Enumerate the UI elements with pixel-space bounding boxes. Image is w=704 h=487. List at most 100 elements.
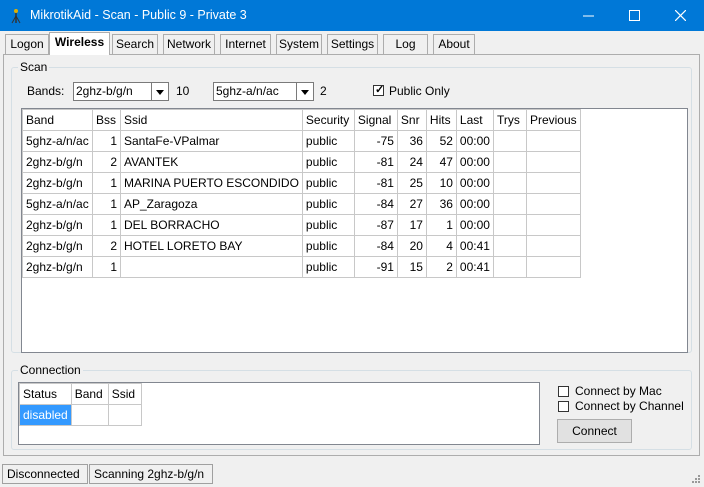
- cell-security: public: [301, 172, 355, 194]
- status-bar: Disconnected Scanning 2ghz-b/g/n: [0, 462, 704, 487]
- column-header-ssid[interactable]: Ssid: [107, 383, 142, 405]
- tab-settings[interactable]: Settings: [327, 34, 378, 54]
- table-row[interactable]: 2ghz-b/g/n 1 MARINA PUERTO ESCONDIDO pub…: [22, 172, 581, 194]
- cell-band: 2ghz-b/g/n: [22, 172, 93, 194]
- column-header-trys[interactable]: Trys: [492, 109, 527, 131]
- column-header-hits[interactable]: Hits: [425, 109, 457, 131]
- cell-security: public: [301, 193, 355, 215]
- column-header-signal[interactable]: Signal: [353, 109, 398, 131]
- scan-group-label: Scan: [18, 60, 50, 74]
- tab-logon[interactable]: Logon: [5, 34, 49, 54]
- cell-band: 2ghz-b/g/n: [22, 151, 93, 173]
- column-header-previous[interactable]: Previous: [525, 109, 581, 131]
- window-title: MikrotikAid - Scan - Public 9 - Private …: [30, 8, 247, 22]
- cell-last: 00:41: [455, 256, 494, 278]
- scan-results-list[interactable]: Band Bss Ssid Security Signal Snr Hits L…: [21, 108, 688, 353]
- cell-last: 00:00: [455, 172, 494, 194]
- cell-signal: -91: [353, 256, 398, 278]
- connect-by-mac-label[interactable]: Connect by Mac: [575, 384, 662, 398]
- maximize-button[interactable]: [612, 0, 658, 31]
- cell-ssid: AVANTEK: [120, 151, 303, 173]
- cell-band: 5ghz-a/n/ac: [22, 193, 93, 215]
- column-header-security[interactable]: Security: [301, 109, 355, 131]
- table-row[interactable]: 5ghz-a/n/ac 1 SantaFe-VPalmar public -75…: [22, 130, 581, 152]
- title-bar[interactable]: MikrotikAid - Scan - Public 9 - Private …: [0, 0, 704, 31]
- cell-security: public: [301, 151, 355, 173]
- cell-snr: 17: [396, 214, 427, 236]
- status-scanning: Scanning 2ghz-b/g/n: [89, 464, 213, 484]
- cell-ssid: SantaFe-VPalmar: [120, 130, 303, 152]
- cell-band: 5ghz-a/n/ac: [22, 130, 93, 152]
- connection-list[interactable]: Status Band Ssid disabled: [18, 382, 540, 445]
- cell-previous: [525, 193, 581, 215]
- table-header-row: Status Band Ssid: [19, 383, 142, 405]
- tab-wireless[interactable]: Wireless: [49, 32, 110, 55]
- connect-button[interactable]: Connect: [557, 419, 632, 443]
- column-header-band[interactable]: Band: [22, 109, 93, 131]
- connection-group-label: Connection: [18, 363, 83, 377]
- cell-signal: -87: [353, 214, 398, 236]
- cell-band: [70, 404, 109, 426]
- cell-last: 00:00: [455, 214, 494, 236]
- cell-security: public: [301, 235, 355, 257]
- cell-signal: -81: [353, 151, 398, 173]
- band1-select[interactable]: 2ghz-b/g/n: [73, 82, 169, 101]
- band1-value: 2ghz-b/g/n: [76, 84, 133, 98]
- cell-bss: 1: [92, 130, 121, 152]
- cell-bss: 1: [92, 193, 121, 215]
- table-row[interactable]: 2ghz-b/g/n 2 AVANTEK public -81 24 47 00…: [22, 151, 581, 173]
- resize-grip-icon[interactable]: [690, 473, 700, 483]
- chevron-down-icon[interactable]: [151, 83, 168, 100]
- scan-group: Scan Bands: 2ghz-b/g/n 10 5ghz-a/n/ac 2 …: [11, 60, 692, 353]
- table-row[interactable]: disabled: [19, 404, 142, 426]
- status-connection: Disconnected: [2, 464, 88, 484]
- tab-about[interactable]: About: [433, 34, 475, 54]
- cell-snr: 36: [396, 130, 427, 152]
- cell-status: disabled: [19, 404, 72, 426]
- cell-bss: 1: [92, 214, 121, 236]
- wireless-tab-panel: Scan Bands: 2ghz-b/g/n 10 5ghz-a/n/ac 2 …: [3, 54, 700, 456]
- cell-ssid: [120, 256, 303, 278]
- public-only-label[interactable]: Public Only: [389, 84, 450, 98]
- cell-trys: [492, 151, 527, 173]
- column-header-ssid[interactable]: Ssid: [120, 109, 303, 131]
- connect-by-mac-checkbox[interactable]: [558, 386, 569, 397]
- tab-internet[interactable]: Internet: [220, 34, 271, 54]
- cell-hits: 1: [425, 214, 457, 236]
- band2-select[interactable]: 5ghz-a/n/ac: [213, 82, 314, 101]
- minimize-button[interactable]: [566, 0, 612, 31]
- connection-table: Status Band Ssid disabled: [19, 383, 142, 426]
- tab-system[interactable]: System: [276, 34, 322, 54]
- tab-strip: Logon Wireless Search Network Internet S…: [0, 31, 704, 55]
- table-row[interactable]: 2ghz-b/g/n 1 DEL BORRACHO public -87 17 …: [22, 214, 581, 236]
- table-row[interactable]: 2ghz-b/g/n 2 HOTEL LORETO BAY public -84…: [22, 235, 581, 257]
- tab-log[interactable]: Log: [383, 34, 428, 54]
- tab-search[interactable]: Search: [112, 34, 158, 54]
- table-row[interactable]: 2ghz-b/g/n 1 public -91 15 2 00:41: [22, 256, 581, 278]
- close-button[interactable]: [658, 0, 704, 31]
- connect-by-channel-label[interactable]: Connect by Channel: [575, 399, 684, 413]
- column-header-bss[interactable]: Bss: [92, 109, 121, 131]
- column-header-last[interactable]: Last: [455, 109, 494, 131]
- band2-value: 5ghz-a/n/ac: [216, 84, 279, 98]
- checkmark-icon: ✓: [375, 84, 385, 96]
- column-header-band[interactable]: Band: [70, 383, 109, 405]
- cell-last: 00:00: [455, 130, 494, 152]
- cell-bss: 1: [92, 256, 121, 278]
- chevron-down-icon[interactable]: [296, 83, 313, 100]
- close-icon: [675, 10, 686, 21]
- column-header-status[interactable]: Status: [19, 383, 72, 405]
- cell-trys: [492, 130, 527, 152]
- cell-snr: 15: [396, 256, 427, 278]
- cell-previous: [525, 235, 581, 257]
- cell-trys: [492, 235, 527, 257]
- tab-network[interactable]: Network: [163, 34, 215, 54]
- cell-last: 00:00: [455, 193, 494, 215]
- connect-by-channel-checkbox[interactable]: [558, 401, 569, 412]
- cell-security: public: [301, 214, 355, 236]
- scan-results-table: Band Bss Ssid Security Signal Snr Hits L…: [22, 109, 581, 278]
- cell-ssid: AP_Zaragoza: [120, 193, 303, 215]
- column-header-snr[interactable]: Snr: [396, 109, 427, 131]
- public-only-checkbox[interactable]: ✓: [373, 84, 385, 96]
- table-row[interactable]: 5ghz-a/n/ac 1 AP_Zaragoza public -84 27 …: [22, 193, 581, 215]
